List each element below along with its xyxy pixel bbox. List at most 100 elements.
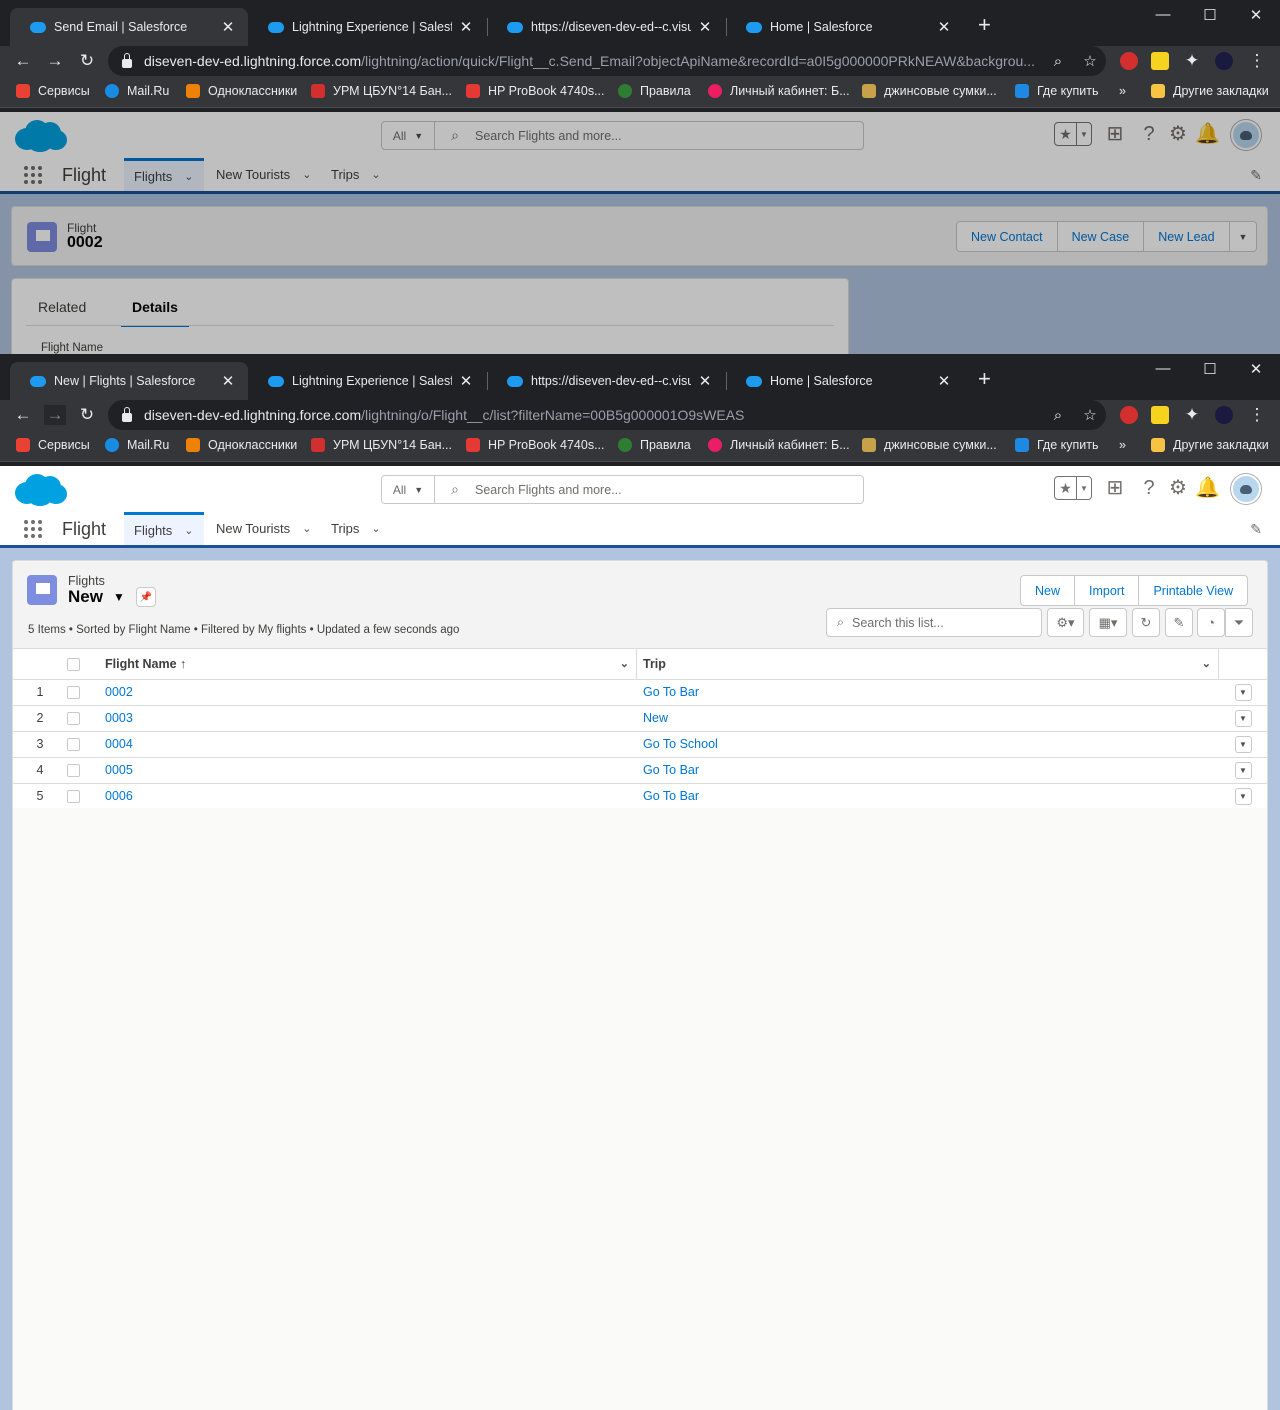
trip-link[interactable]: Go To School [643, 737, 718, 751]
back-icon[interactable]: ← [12, 405, 34, 425]
bookmark-rules[interactable]: Правила [618, 438, 691, 452]
bookmark-rules[interactable]: Правила [618, 84, 691, 98]
bookmark-services[interactable]: Сервисы [16, 84, 90, 98]
search-input[interactable]: Search Flights and more... [475, 122, 622, 149]
setup-gear-icon[interactable]: ⚙ [1166, 122, 1190, 146]
setup-gear-icon[interactable]: ⚙ [1166, 476, 1190, 500]
tab-new-flights[interactable]: New | Flights | Salesforce ✕ [10, 362, 248, 400]
notifications-bell-icon[interactable]: 🔔 [1195, 122, 1220, 146]
bookmark-services[interactable]: Сервисы [16, 438, 90, 452]
printable-view-button[interactable]: Printable View [1139, 576, 1247, 605]
minimize-icon[interactable]: — [1153, 6, 1173, 23]
flight-name-link[interactable]: 0003 [105, 711, 133, 725]
bookmark-odnoklassniki[interactable]: Одноклассники [186, 84, 297, 98]
bookmark-star-icon[interactable]: ☆ [1074, 52, 1106, 70]
reload-icon[interactable]: ↻ [76, 51, 98, 71]
edit-nav-pencil-icon[interactable]: ✎ [1250, 521, 1262, 538]
favorites-button[interactable]: ★ ▼ [1054, 476, 1092, 500]
avatar[interactable] [1231, 474, 1261, 504]
close-icon[interactable]: ✕ [697, 18, 713, 36]
new-case-button[interactable]: New Case [1058, 222, 1145, 251]
bookmark-other[interactable]: Другие закладки [1151, 84, 1269, 98]
more-actions-chevron-icon[interactable]: ▼ [1230, 222, 1257, 251]
menu-kebab-icon[interactable]: ⋮ [1246, 405, 1268, 425]
salesforce-logo[interactable] [15, 472, 67, 506]
maximize-icon[interactable]: ☐ [1200, 6, 1220, 24]
close-icon[interactable]: ✕ [458, 18, 474, 36]
row-actions-chevron-icon[interactable]: ▼ [1234, 735, 1252, 753]
bookmark-urm[interactable]: УРМ ЦБУN°14 Бан... [311, 84, 452, 98]
bookmark-where-to-buy[interactable]: Где купить [1015, 84, 1099, 98]
bookmarks-overflow[interactable]: » [1119, 438, 1126, 452]
row-actions-chevron-icon[interactable]: ▼ [1234, 787, 1252, 805]
trip-link[interactable]: Go To Bar [643, 763, 699, 777]
profile-icon[interactable] [1215, 406, 1233, 424]
tab-home[interactable]: Home | Salesforce ✕ [726, 8, 964, 46]
nav-item-flights[interactable]: Flights ⌄ [124, 512, 204, 545]
menu-kebab-icon[interactable]: ⋮ [1246, 51, 1268, 71]
nav-item-flights[interactable]: Flights ⌄ [124, 158, 204, 191]
extension-yellow-icon[interactable] [1151, 52, 1169, 70]
tab-lightning-experience[interactable]: Lightning Experience | Salesforce ✕ [248, 362, 486, 400]
refresh-icon[interactable]: ↻ [1132, 608, 1160, 637]
edit-nav-pencil-icon[interactable]: ✎ [1250, 167, 1262, 184]
row-checkbox[interactable] [67, 764, 80, 778]
row-checkbox[interactable] [67, 712, 80, 726]
flight-name-link[interactable]: 0002 [105, 685, 133, 699]
filter-icon[interactable]: ⏷ [1225, 608, 1253, 637]
display-as-table-icon[interactable]: ▦▾ [1089, 608, 1127, 637]
global-search[interactable]: All ▼ ⌕ Search Flights and more... [381, 121, 864, 150]
reload-icon[interactable]: ↻ [76, 405, 98, 425]
bookmark-jeans-bags[interactable]: джинсовые сумки... [862, 84, 997, 98]
bookmark-other[interactable]: Другие закладки [1151, 438, 1269, 452]
chevron-down-icon[interactable]: ⌄ [620, 657, 629, 670]
row-checkbox[interactable] [67, 738, 80, 752]
bookmark-odnoklassniki[interactable]: Одноклассники [186, 438, 297, 452]
new-tab-icon[interactable]: + [978, 14, 991, 36]
new-contact-button[interactable]: New Contact [957, 222, 1058, 251]
extension-adblock-icon[interactable] [1120, 406, 1138, 424]
column-header-trip[interactable]: Trip ⌄ [637, 649, 1219, 680]
trip-link[interactable]: Go To Bar [643, 685, 699, 699]
trip-link[interactable]: Go To Bar [643, 789, 699, 803]
zoom-icon[interactable]: ⌕ [1042, 53, 1074, 70]
tab-send-email[interactable]: Send Email | Salesforce ✕ [10, 8, 248, 46]
search-scope[interactable]: All ▼ [382, 476, 435, 503]
select-all-checkbox[interactable] [67, 657, 80, 671]
bookmark-where-to-buy[interactable]: Где купить [1015, 438, 1099, 452]
tab-lightning-experience[interactable]: Lightning Experience | Salesforce ✕ [248, 8, 486, 46]
nav-item-trips[interactable]: Trips ⌄ [321, 158, 391, 191]
bookmark-mailru[interactable]: Mail.Ru [105, 438, 169, 452]
close-icon[interactable]: ✕ [936, 372, 952, 390]
close-window-icon[interactable]: ✕ [1246, 360, 1266, 378]
row-checkbox[interactable] [67, 790, 80, 804]
help-icon[interactable]: ? [1137, 122, 1161, 146]
bookmark-urm[interactable]: УРМ ЦБУN°14 Бан... [311, 438, 452, 452]
minimize-icon[interactable]: — [1153, 360, 1173, 377]
address-bar[interactable]: diseven-dev-ed.lightning.force.com /ligh… [108, 400, 1106, 430]
search-input[interactable]: Search Flights and more... [475, 476, 622, 503]
bookmark-cabinet[interactable]: Личный кабинет: Б... [708, 438, 850, 452]
flight-name-link[interactable]: 0005 [105, 763, 133, 777]
app-launcher-icon[interactable] [24, 166, 42, 184]
forward-icon[interactable]: → [44, 405, 66, 425]
address-bar[interactable]: diseven-dev-ed.lightning.force.com /ligh… [108, 46, 1106, 76]
bookmark-cabinet[interactable]: Личный кабинет: Б... [708, 84, 850, 98]
tab-visualforce[interactable]: https://diseven-dev-ed--c.visualf ✕ [487, 362, 725, 400]
row-checkbox[interactable] [67, 686, 80, 700]
close-icon[interactable]: ✕ [458, 372, 474, 390]
search-scope[interactable]: All ▼ [382, 122, 435, 149]
bookmark-jeans-bags[interactable]: джинсовые сумки... [862, 438, 997, 452]
bookmarks-overflow[interactable]: » [1119, 84, 1126, 98]
tab-visualforce[interactable]: https://diseven-dev-ed--c.visualf ✕ [487, 8, 725, 46]
global-actions-icon[interactable]: ⊞ [1103, 122, 1127, 146]
chevron-down-icon[interactable]: ⌄ [1202, 657, 1211, 670]
edit-pencil-icon[interactable]: ✎ [1165, 608, 1193, 637]
trip-link[interactable]: New [643, 711, 668, 725]
bookmark-hp-probook[interactable]: HP ProBook 4740s... [466, 84, 605, 98]
charts-icon[interactable]: ◔ [1197, 608, 1225, 637]
row-actions-chevron-icon[interactable]: ▼ [1234, 709, 1252, 727]
forward-icon[interactable]: → [44, 51, 66, 71]
column-header-flight-name[interactable]: Flight Name ↑ ⌄ [103, 649, 637, 680]
nav-item-new-tourists[interactable]: New Tourists ⌄ [206, 512, 321, 545]
